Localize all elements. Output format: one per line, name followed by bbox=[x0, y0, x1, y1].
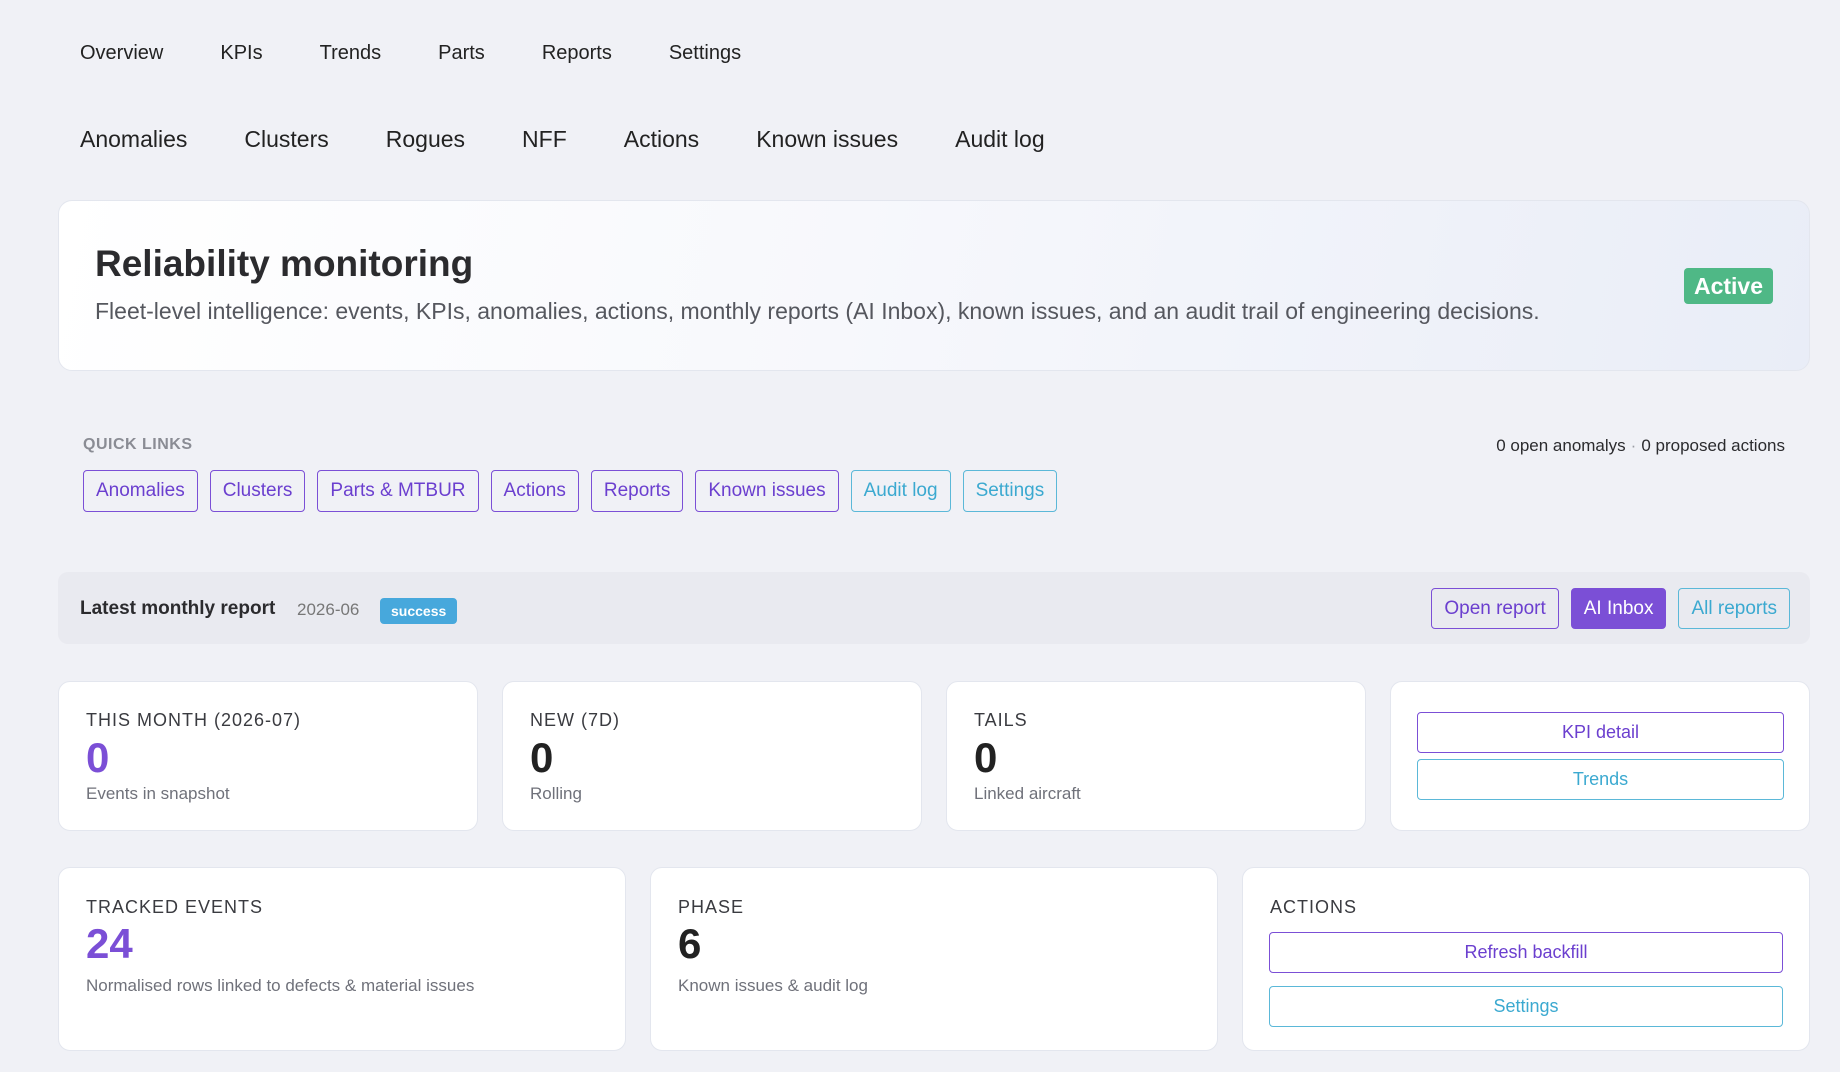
nav-nff[interactable]: NFF bbox=[522, 126, 567, 153]
stat-caption: Events in snapshot bbox=[86, 784, 230, 803]
page: Overview KPIs Trends Parts Reports Setti… bbox=[0, 0, 1840, 1072]
all-reports-button[interactable]: All reports bbox=[1678, 588, 1790, 629]
quick-links: Anomalies Clusters Parts & MTBUR Actions… bbox=[83, 470, 1058, 512]
quick-link-settings[interactable]: Settings bbox=[962, 470, 1058, 512]
stat-value: 6 bbox=[678, 920, 702, 967]
stat-caption: Normalised rows linked to defects & mate… bbox=[86, 976, 475, 995]
kpi-links-card: KPI detail Trends bbox=[1390, 681, 1810, 831]
stat-label: NEW (7D) bbox=[530, 710, 620, 730]
latest-report-actions: Open report AI Inbox All reports bbox=[1431, 588, 1790, 629]
stat-card-tracked-events: TRACKED EVENTS 24 Normalised rows linked… bbox=[58, 867, 626, 1051]
stat-card-tails: TAILS 0 Linked aircraft bbox=[946, 681, 1366, 831]
stat-value: 0 bbox=[86, 734, 110, 781]
status-badge: Active bbox=[1683, 268, 1773, 304]
nav-parts[interactable]: Parts bbox=[438, 42, 485, 65]
stat-caption: Linked aircraft bbox=[974, 784, 1081, 803]
count-separator: · bbox=[1630, 436, 1637, 455]
nav-known-issues[interactable]: Known issues bbox=[756, 126, 898, 153]
stat-value: 0 bbox=[530, 734, 554, 781]
quick-link-parts-mtbur[interactable]: Parts & MTBUR bbox=[317, 470, 479, 512]
quick-link-anomalies[interactable]: Anomalies bbox=[83, 470, 198, 512]
stat-label: TRACKED EVENTS bbox=[86, 897, 264, 917]
page-description: Fleet-level intelligence: events, KPIs, … bbox=[95, 298, 1540, 324]
nav-actions[interactable]: Actions bbox=[624, 126, 699, 153]
settings-button[interactable]: Settings bbox=[1269, 986, 1783, 1027]
quick-links-title: QUICK LINKS bbox=[83, 436, 193, 453]
trends-button[interactable]: Trends bbox=[1417, 759, 1784, 800]
kpi-detail-button[interactable]: KPI detail bbox=[1417, 712, 1784, 753]
nav-audit-log[interactable]: Audit log bbox=[955, 126, 1045, 153]
open-anomalies-count: 0 open anomalys bbox=[1496, 436, 1626, 455]
nav-rogues[interactable]: Rogues bbox=[386, 126, 465, 153]
quick-link-known-issues[interactable]: Known issues bbox=[695, 470, 839, 512]
stat-value: 24 bbox=[86, 920, 133, 967]
quick-link-actions[interactable]: Actions bbox=[490, 470, 579, 512]
stat-caption: Rolling bbox=[530, 784, 582, 803]
latest-report-status-badge: success bbox=[380, 598, 458, 624]
nav-settings[interactable]: Settings bbox=[669, 42, 741, 65]
stat-label: PHASE bbox=[678, 897, 745, 917]
stat-card-new-7d: NEW (7D) 0 Rolling bbox=[502, 681, 922, 831]
stat-card-this-month: THIS MONTH (2026-07) 0 Events in snapsho… bbox=[58, 681, 478, 831]
proposed-actions-count: 0 proposed actions bbox=[1641, 436, 1785, 455]
quick-links-counts: 0 open anomalys · 0 proposed actions bbox=[1496, 436, 1785, 456]
latest-report-title: Latest monthly report bbox=[80, 598, 276, 619]
nav-reports[interactable]: Reports bbox=[542, 42, 612, 65]
primary-nav: Overview KPIs Trends Parts Reports Setti… bbox=[80, 42, 741, 65]
ai-inbox-button[interactable]: AI Inbox bbox=[1570, 588, 1667, 629]
hero-panel: Reliability monitoring Fleet-level intel… bbox=[58, 200, 1810, 371]
nav-anomalies[interactable]: Anomalies bbox=[80, 126, 187, 153]
quick-link-reports[interactable]: Reports bbox=[590, 470, 684, 512]
stat-caption: Known issues & audit log bbox=[678, 976, 868, 995]
quick-link-audit-log[interactable]: Audit log bbox=[850, 470, 951, 512]
nav-trends[interactable]: Trends bbox=[320, 42, 382, 65]
stat-label: THIS MONTH (2026-07) bbox=[86, 710, 302, 730]
open-report-button[interactable]: Open report bbox=[1431, 588, 1559, 629]
page-title: Reliability monitoring bbox=[95, 243, 474, 284]
latest-report-bar: Latest monthly report 2026-06 success Op… bbox=[58, 572, 1810, 644]
nav-clusters[interactable]: Clusters bbox=[244, 126, 328, 153]
quick-link-clusters[interactable]: Clusters bbox=[209, 470, 306, 512]
actions-label: ACTIONS bbox=[1270, 897, 1358, 917]
actions-card: ACTIONS Refresh backfill Settings bbox=[1242, 867, 1810, 1051]
stat-label: TAILS bbox=[974, 710, 1028, 730]
nav-kpis[interactable]: KPIs bbox=[220, 42, 262, 65]
stat-card-phase: PHASE 6 Known issues & audit log bbox=[650, 867, 1218, 1051]
refresh-backfill-button[interactable]: Refresh backfill bbox=[1269, 932, 1783, 973]
nav-overview[interactable]: Overview bbox=[80, 42, 163, 65]
latest-report-period: 2026-06 bbox=[297, 600, 360, 619]
stat-value: 0 bbox=[974, 734, 998, 781]
secondary-nav: Anomalies Clusters Rogues NFF Actions Kn… bbox=[80, 126, 1045, 153]
